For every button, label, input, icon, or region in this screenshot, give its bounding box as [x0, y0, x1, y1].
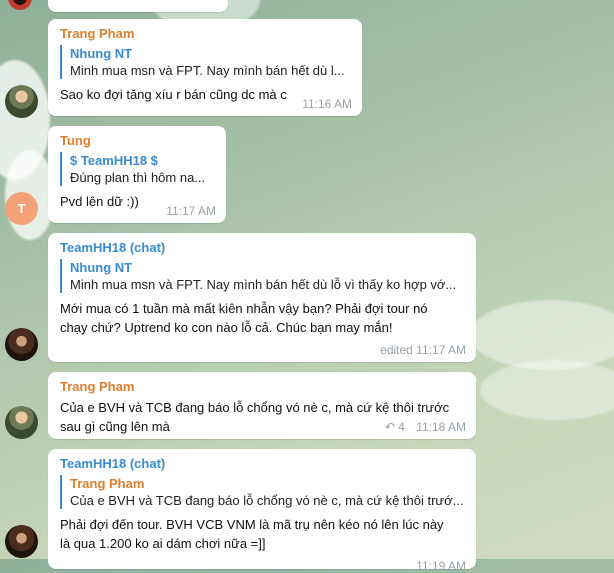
reply-sender-name: $ TeamHH18 $: [70, 153, 158, 168]
reply-text: Minh mua msn và FPT. Nay mình bán hết dù…: [70, 277, 457, 292]
reply-quote[interactable]: Nhung NT Minh mua msn và FPT. Nay mình b…: [60, 45, 352, 79]
sender-name[interactable]: TeamHH18 (chat): [60, 240, 466, 255]
avatar[interactable]: [5, 406, 38, 439]
reply-text: Minh mua msn và FPT. Nay mình bán hết dù…: [70, 63, 345, 78]
reply-text: Của e BVH và TCB đang báo lỗ chổng vó nè…: [70, 493, 464, 508]
message-bubble[interactable]: TeamHH18 (chat) Nhung NT Minh mua msn và…: [48, 233, 476, 362]
message-time: edited 11:17 AM: [380, 343, 466, 357]
message-bubble[interactable]: Tung $ TeamHH18 $ Đúng plan thì hôm na..…: [48, 126, 226, 223]
reply-quote[interactable]: $ TeamHH18 $ Đúng plan thì hôm na...: [60, 152, 216, 186]
sender-name[interactable]: Trang Pham: [60, 379, 466, 394]
background-petal: [480, 360, 614, 420]
message-text: Mới mua có 1 tuần mà mất kiên nhẫn vậy b…: [60, 301, 428, 335]
message-meta: ↶ 4 11:18 AM: [385, 420, 466, 434]
reply-count[interactable]: 4: [398, 420, 405, 434]
reply-arrow-icon[interactable]: ↶: [385, 420, 395, 434]
reply-sender-name: Nhung NT: [70, 260, 133, 275]
message-time: 11:17 AM: [166, 204, 216, 218]
message-bubble-remnant: [48, 0, 228, 12]
avatar[interactable]: T: [5, 192, 38, 225]
avatar[interactable]: [5, 525, 38, 558]
sender-name[interactable]: Tung: [60, 133, 216, 148]
reply-sender-name: Nhung NT: [70, 46, 133, 61]
avatar[interactable]: [5, 328, 38, 361]
message-bubble[interactable]: Trang Pham Của e BVH và TCB đang báo lỗ …: [48, 372, 476, 439]
sender-name[interactable]: TeamHH18 (chat): [60, 456, 466, 471]
message-text: Phải đợi đến tour. BVH VCB VNM là mã trụ…: [60, 517, 444, 551]
reply-quote[interactable]: Trang Pham Của e BVH và TCB đang báo lỗ …: [60, 475, 466, 509]
message-time: 11:18 AM: [416, 420, 466, 434]
avatar[interactable]: [5, 85, 38, 118]
reply-text: Đúng plan thì hôm na...: [70, 170, 206, 185]
message-bubble[interactable]: Trang Pham Nhung NT Minh mua msn và FPT.…: [48, 19, 362, 116]
message-bubble[interactable]: TeamHH18 (chat) Trang Pham Của e BVH và …: [48, 449, 476, 573]
sender-name[interactable]: Trang Pham: [60, 26, 352, 41]
message-time: 11:16 AM: [302, 97, 352, 111]
reply-sender-name: Trang Pham: [70, 476, 145, 491]
message-time: 11:19 AM: [416, 559, 466, 573]
avatar[interactable]: [8, 0, 32, 10]
reply-quote[interactable]: Nhung NT Minh mua msn và FPT. Nay mình b…: [60, 259, 466, 293]
